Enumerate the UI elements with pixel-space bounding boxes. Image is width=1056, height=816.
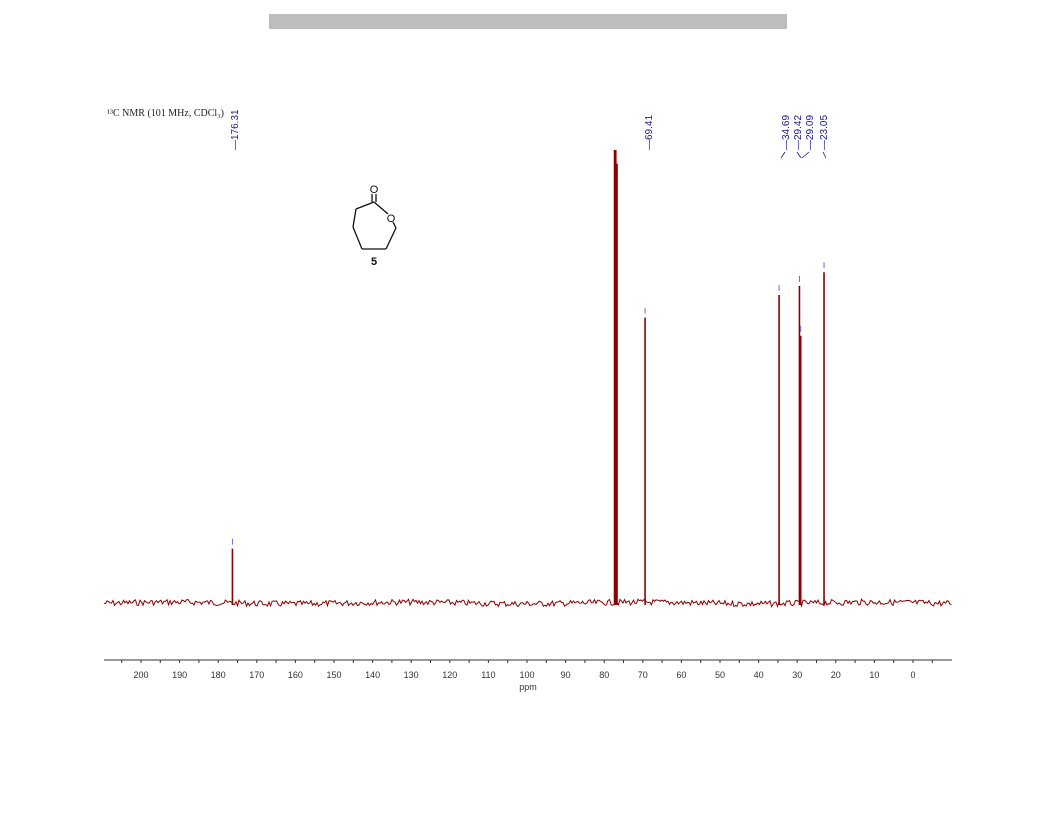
x-tick-label: 130 xyxy=(404,670,419,680)
peak-label: —23.05 xyxy=(819,115,830,150)
x-tick-label: 80 xyxy=(599,670,609,680)
label-connector xyxy=(822,151,827,159)
x-tick-label: 150 xyxy=(326,670,341,680)
compound-number: 5 xyxy=(371,256,377,268)
x-axis: 200 190 180 170 160 150 140 130 120 110 100 90 80 70 6… xyxy=(104,659,952,692)
label-connector xyxy=(796,151,802,159)
x-tick-label: 140 xyxy=(365,670,380,680)
x-tick-label: 50 xyxy=(715,670,725,680)
x-tick-label: 10 xyxy=(869,670,879,680)
x-tick-label: 120 xyxy=(442,670,457,680)
peak-labels: —176.31 —69.41 —34.69 —29.42 —29.09 —23.05 xyxy=(230,109,830,159)
peak-label: —29.42 xyxy=(793,115,804,150)
x-tick-label: 0 xyxy=(910,670,915,680)
x-tick-label: 190 xyxy=(172,670,187,680)
x-tick-label: 60 xyxy=(676,670,686,680)
x-tick-label: 180 xyxy=(211,670,226,680)
peak-label: —34.69 xyxy=(781,115,792,150)
peak-label: —176.31 xyxy=(230,109,241,150)
bond xyxy=(352,208,357,228)
peak-label: —29.09 xyxy=(805,115,816,150)
x-tick-label: 70 xyxy=(638,670,648,680)
ring-oxygen-label: O xyxy=(387,213,396,225)
x-tick-label: 200 xyxy=(133,670,148,680)
peak-label: —69.41 xyxy=(644,115,655,150)
label-connector xyxy=(780,151,786,159)
nmr-spectrum-chart: O O 5 —176.31 —69.41 —34.69 —29.42 —29.09 —23… xyxy=(103,109,952,692)
bond xyxy=(352,226,363,250)
carbonyl-oxygen-label: O xyxy=(370,184,379,196)
x-tick-label: 90 xyxy=(561,670,571,680)
x-tick-label: 160 xyxy=(288,670,303,680)
bond xyxy=(355,201,375,210)
x-tick-label: 170 xyxy=(249,670,264,680)
spectrum-peaks xyxy=(231,150,825,605)
x-tick-label: 110 xyxy=(481,670,495,680)
bond xyxy=(385,227,397,250)
x-axis-label: ppm xyxy=(519,682,537,692)
label-connector xyxy=(801,151,810,159)
x-tick-label: 20 xyxy=(831,670,841,680)
x-tick-label: 30 xyxy=(792,670,802,680)
x-tick-label: 40 xyxy=(754,670,764,680)
x-tick-label: 100 xyxy=(519,670,534,680)
